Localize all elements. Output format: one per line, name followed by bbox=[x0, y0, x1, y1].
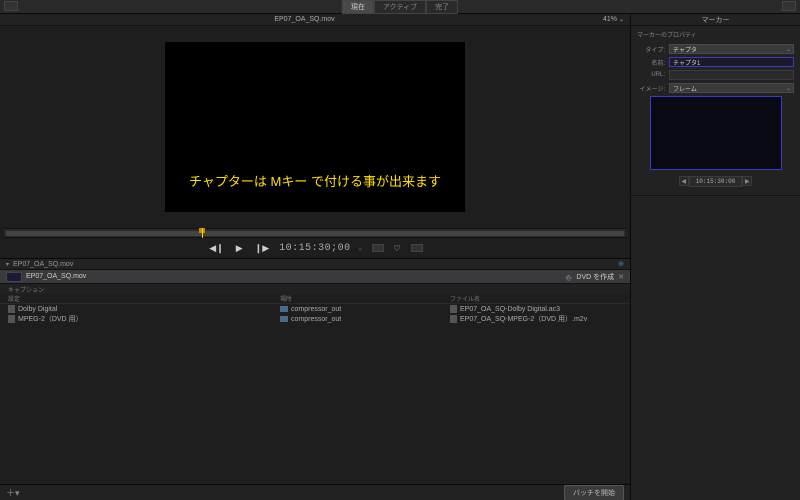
inspector-title: マーカー bbox=[631, 14, 800, 26]
tab-active[interactable]: アクティブ bbox=[374, 0, 426, 14]
zoom-value: 41% bbox=[603, 16, 617, 23]
next-frame-button[interactable]: ❙▶ bbox=[253, 243, 271, 254]
batch-filename: EP07_OA_SQ.mov bbox=[13, 261, 73, 268]
start-batch-button[interactable]: バッチを開始 bbox=[564, 485, 624, 500]
in-out-button[interactable] bbox=[372, 244, 384, 252]
tab-done[interactable]: 完了 bbox=[426, 0, 458, 14]
output-filename: EP07_OA_SQ-MPEG-2（DVD 用）.m2v bbox=[460, 314, 587, 324]
image-label: イメージ: bbox=[637, 84, 665, 93]
type-label: タイプ: bbox=[637, 45, 665, 54]
add-icon[interactable]: ⊕ bbox=[618, 260, 624, 268]
marker-thumbnail[interactable] bbox=[650, 96, 782, 170]
location-name: compressor_out bbox=[291, 316, 341, 323]
marker-type-select[interactable]: チャプタ bbox=[669, 44, 794, 54]
timeline[interactable] bbox=[4, 228, 626, 238]
caption-label: キャプション bbox=[8, 285, 44, 294]
playhead[interactable] bbox=[202, 228, 203, 238]
play-button[interactable]: ▶ bbox=[234, 243, 245, 254]
inspector-toggle-button[interactable] bbox=[782, 1, 796, 11]
add-batch-button[interactable]: ＋▾ bbox=[6, 486, 20, 499]
sidebar-toggle-button[interactable] bbox=[4, 1, 18, 11]
job-action-label: DVD を作成 bbox=[576, 272, 614, 282]
timecode-display[interactable]: 10:15:30;00 ⌄ bbox=[279, 243, 363, 254]
marker-icon[interactable]: ♡ bbox=[392, 244, 403, 253]
caption-row[interactable]: キャプション bbox=[0, 284, 630, 294]
job-row[interactable]: EP07_OA_SQ.mov DVD を作成 ✕ bbox=[0, 270, 630, 284]
remove-job-button[interactable]: ✕ bbox=[618, 273, 624, 281]
job-thumbnail bbox=[6, 272, 22, 282]
bottom-bar: ＋▾ バッチを開始 bbox=[0, 484, 630, 500]
file-icon bbox=[450, 305, 457, 313]
tc-decrement-button[interactable]: ◀ bbox=[679, 176, 689, 186]
output-row[interactable]: MPEG-2（DVD 用） compressor_out EP07_OA_SQ-… bbox=[0, 314, 630, 324]
marker-image-select[interactable]: フレーム bbox=[669, 83, 794, 93]
folder-icon bbox=[280, 306, 288, 312]
chevron-down-icon: ▾ bbox=[6, 261, 9, 268]
tc-increment-button[interactable]: ▶ bbox=[742, 176, 752, 186]
marker-url-input[interactable] bbox=[669, 70, 794, 80]
tab-current[interactable]: 現在 bbox=[342, 0, 374, 14]
prev-frame-button[interactable]: ◀❙ bbox=[207, 243, 225, 254]
annotation-overlay: チャプターは Mキー で付ける事が出来ます bbox=[165, 171, 465, 190]
col-header-setting: 設定 bbox=[0, 294, 280, 303]
zoom-control[interactable]: 41% ⌄ bbox=[603, 16, 624, 23]
location-name: compressor_out bbox=[291, 306, 341, 313]
job-name: EP07_OA_SQ.mov bbox=[26, 273, 86, 280]
transport-controls: ◀❙ ▶ ❙▶ 10:15:30;00 ⌄ ♡ bbox=[0, 238, 630, 258]
output-row[interactable]: Dolby Digital compressor_out EP07_OA_SQ-… bbox=[0, 304, 630, 314]
setting-name: Dolby Digital bbox=[18, 306, 57, 313]
viewer-filename: EP07_OA_SQ.mov bbox=[274, 16, 334, 23]
marker-properties-label: マーカーのプロパティ bbox=[637, 30, 794, 39]
folder-icon bbox=[280, 316, 288, 322]
file-icon bbox=[450, 315, 457, 323]
col-header-location: 場所 bbox=[280, 294, 450, 303]
gear-icon bbox=[564, 273, 572, 281]
timeline-track bbox=[6, 231, 624, 236]
marker-timecode-input[interactable]: 10:15:30:00 bbox=[689, 176, 743, 187]
status-tabs: 現在 アクティブ 完了 bbox=[342, 0, 458, 14]
setting-icon bbox=[8, 305, 15, 313]
setting-icon bbox=[8, 315, 15, 323]
name-label: 名前: bbox=[637, 58, 665, 67]
batch-empty-area bbox=[0, 324, 630, 484]
inspector-panel: マーカー マーカーのプロパティ タイプ: チャプタ 名前: チャプタ1 URL:… bbox=[630, 14, 800, 500]
setting-name: MPEG-2（DVD 用） bbox=[18, 314, 83, 324]
video-canvas[interactable]: チャプターは Mキー で付ける事が出来ます bbox=[165, 42, 465, 212]
url-label: URL: bbox=[637, 72, 665, 78]
chevron-down-icon: ⌄ bbox=[619, 17, 624, 23]
compare-button[interactable] bbox=[411, 244, 423, 252]
marker-name-input[interactable]: チャプタ1 bbox=[669, 57, 794, 67]
output-table: 設定 場所 ファイル名 Dolby Digital compressor_out… bbox=[0, 294, 630, 324]
preview-viewer: チャプターは Mキー で付ける事が出来ます bbox=[0, 26, 630, 228]
batch-disclosure-header[interactable]: ▾ EP07_OA_SQ.mov ⊕ bbox=[0, 258, 630, 270]
output-filename: EP07_OA_SQ-Dolby Digital.ac3 bbox=[460, 306, 560, 313]
top-toolbar: 現在 アクティブ 完了 bbox=[0, 0, 800, 14]
col-header-filename: ファイル名 bbox=[450, 294, 630, 303]
viewer-header: EP07_OA_SQ.mov 41% ⌄ bbox=[0, 14, 630, 26]
